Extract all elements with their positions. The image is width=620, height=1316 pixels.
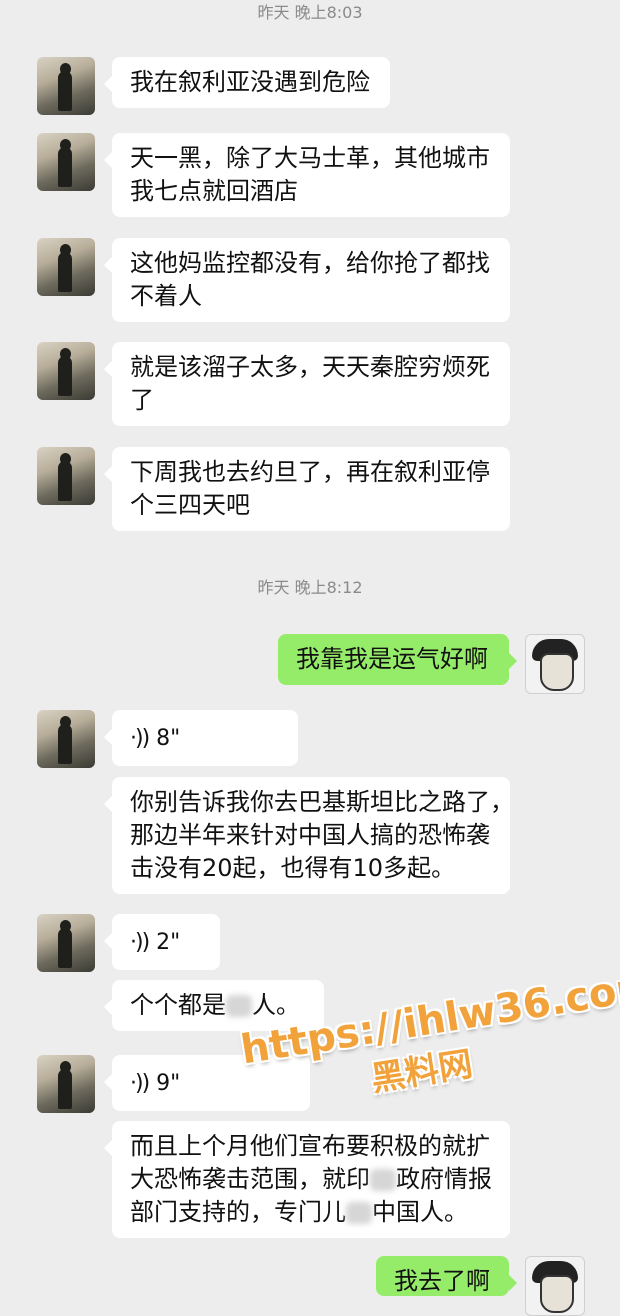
timestamp: 昨天 晚上8:12 bbox=[257, 578, 363, 597]
message-bubble[interactable]: 天一黑，除了大马士革，其他城市 我七点就回酒店 bbox=[104, 133, 510, 217]
voice-duration: 8" bbox=[156, 725, 181, 751]
contact-avatar[interactable] bbox=[37, 133, 95, 191]
message-text-line: 这他妈监控都没有，给你抢了都找 bbox=[130, 249, 490, 277]
message-text: 部门支持的，专门儿 bbox=[130, 1198, 346, 1226]
contact-avatar[interactable] bbox=[37, 57, 95, 115]
censored-blur bbox=[226, 995, 252, 1017]
message-text-line: 天一黑，除了大马士革，其他城市 bbox=[130, 144, 490, 172]
message-text-line: 击没有20起，也得有10多起。 bbox=[130, 854, 456, 882]
message-text-line: 了 bbox=[130, 386, 154, 414]
voice-wave-icon: ·)) bbox=[130, 725, 150, 751]
contact-avatar[interactable] bbox=[37, 238, 95, 296]
message-text-line: 下周我也去约旦了，再在叙利亚停 bbox=[130, 458, 490, 486]
message-text-line: 不着人 bbox=[130, 282, 202, 310]
message-text: 我靠我是运气好啊 bbox=[296, 645, 488, 673]
contact-avatar[interactable] bbox=[37, 914, 95, 972]
message-text-line: 个三四天吧 bbox=[130, 491, 250, 519]
voice-message-bubble[interactable]: ·)) 9" bbox=[104, 1055, 310, 1111]
censored-blur bbox=[346, 1202, 372, 1224]
voice-duration: 9" bbox=[156, 1070, 181, 1096]
message-bubble[interactable]: 而且上个月他们宣布要积极的就扩 大恐怖袭击范围，就印 政府情报 部门支持的，专门儿… bbox=[104, 1121, 510, 1238]
message-text-line: 你别告诉我你去巴基斯坦比之路了， bbox=[130, 788, 514, 816]
voice-message-bubble[interactable]: ·)) 8" bbox=[104, 710, 298, 766]
message-text-line: 我七点就回酒店 bbox=[130, 177, 298, 205]
message-bubble[interactable]: 个个都是 人。 bbox=[104, 980, 324, 1031]
my-avatar[interactable] bbox=[525, 634, 585, 694]
my-avatar[interactable] bbox=[525, 1256, 585, 1316]
voice-wave-icon: ·)) bbox=[130, 929, 150, 955]
message-text: 人。 bbox=[252, 991, 300, 1019]
contact-avatar[interactable] bbox=[37, 1055, 95, 1113]
timestamp: 昨天 晚上8:03 bbox=[257, 3, 363, 22]
message-text: 我去了啊 bbox=[394, 1267, 490, 1295]
voice-duration: 2" bbox=[156, 929, 181, 955]
message-text: 个个都是 bbox=[130, 991, 226, 1019]
message-text: 大恐怖袭击范围，就印 bbox=[130, 1165, 370, 1193]
message-bubble[interactable]: 这他妈监控都没有，给你抢了都找 不着人 bbox=[104, 238, 510, 322]
message-bubble[interactable]: 下周我也去约旦了，再在叙利亚停 个三四天吧 bbox=[104, 447, 510, 531]
voice-wave-icon: ·)) bbox=[130, 1070, 150, 1096]
my-message-bubble[interactable]: 我靠我是运气好啊 bbox=[278, 634, 517, 685]
message-text-line: 就是该溜子太多，天天秦腔穷烦死 bbox=[130, 353, 490, 381]
contact-avatar[interactable] bbox=[37, 342, 95, 400]
message-text-line: 那边半年来针对中国人搞的恐怖袭 bbox=[130, 821, 490, 849]
message-text: 政府情报 bbox=[396, 1165, 492, 1193]
contact-avatar[interactable] bbox=[37, 710, 95, 768]
censored-blur bbox=[370, 1169, 396, 1191]
message-bubble[interactable]: 就是该溜子太多，天天秦腔穷烦死 了 bbox=[104, 342, 510, 426]
contact-avatar[interactable] bbox=[37, 447, 95, 505]
message-text: 中国人。 bbox=[372, 1198, 468, 1226]
my-message-bubble[interactable]: 我去了啊 bbox=[376, 1256, 517, 1296]
message-bubble[interactable]: 你别告诉我你去巴基斯坦比之路了， 那边半年来针对中国人搞的恐怖袭 击没有20起，… bbox=[104, 777, 514, 894]
voice-message-bubble[interactable]: ·)) 2" bbox=[104, 914, 220, 970]
message-text: 我在叙利亚没遇到危险 bbox=[130, 68, 370, 96]
message-text-line: 而且上个月他们宣布要积极的就扩 bbox=[130, 1132, 490, 1160]
message-bubble[interactable]: 我在叙利亚没遇到危险 bbox=[104, 57, 390, 108]
